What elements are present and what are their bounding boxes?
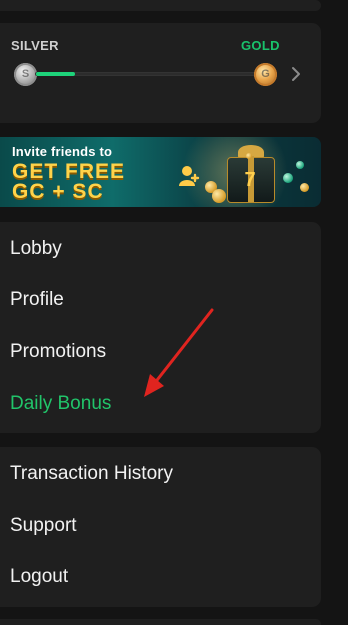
menu-item-lobby[interactable]: Lobby [10, 238, 62, 260]
side-menu-panel: SILVER GOLD S G Invite friends to GET FR… [0, 0, 348, 625]
menu-item-support[interactable]: Support [10, 515, 77, 537]
menu-item-daily-bonus[interactable]: Daily Bonus [10, 393, 111, 415]
top-card [0, 0, 321, 11]
sweeps-coin-icon [283, 173, 293, 183]
chevron-right-icon[interactable] [288, 64, 304, 84]
gift-box-digit: 7 [244, 169, 256, 191]
current-tier-label: SILVER [11, 38, 59, 53]
menu-item-promotions[interactable]: Promotions [10, 341, 106, 363]
banner-currency-text: GC + SC [12, 180, 104, 203]
level-progress-fill [36, 72, 76, 76]
silver-medal-icon: S [14, 63, 37, 86]
coin-icon [300, 183, 309, 192]
coin-icon [212, 189, 226, 203]
menu-item-transaction-history[interactable]: Transaction History [10, 463, 173, 485]
add-friend-icon [179, 166, 200, 186]
bottom-card [0, 619, 321, 625]
sweeps-coin-icon [296, 161, 304, 169]
level-progress-bar [35, 72, 256, 76]
sparkle-icon [246, 153, 252, 159]
banner-invite-text: Invite friends to [12, 144, 113, 159]
menu-item-profile[interactable]: Profile [10, 289, 64, 311]
next-tier-label: GOLD [241, 38, 280, 53]
menu-item-logout[interactable]: Logout [10, 566, 68, 588]
invite-friends-banner[interactable]: Invite friends to GET FREE GC + SC 7 [0, 137, 321, 207]
gold-medal-icon: G [254, 63, 277, 86]
